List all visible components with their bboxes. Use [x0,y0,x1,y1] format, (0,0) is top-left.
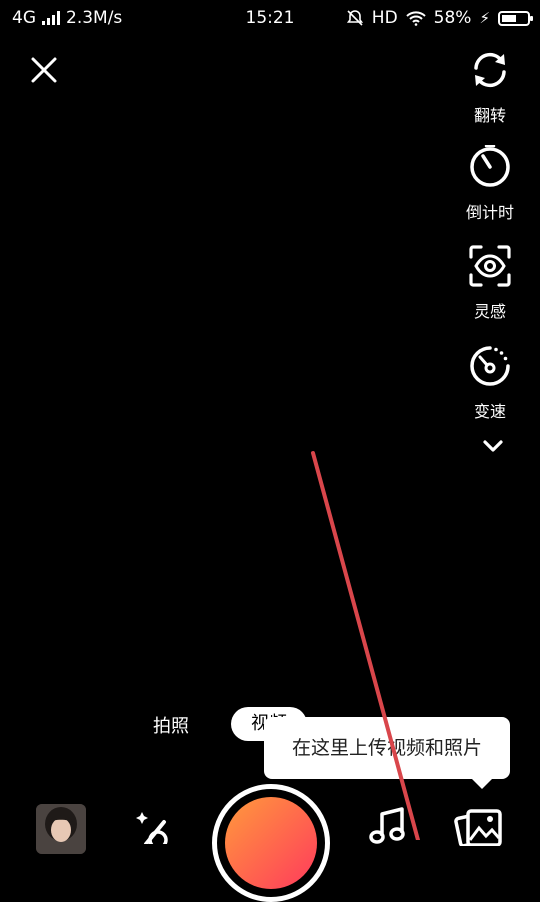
eye-scan-icon [469,245,511,287]
music-button[interactable] [368,806,408,846]
close-button[interactable] [28,54,60,86]
gallery-icon [454,809,502,848]
speed-button[interactable]: 变速 [454,344,526,422]
record-inner [225,797,317,889]
music-note-icon [369,807,405,844]
avatar[interactable] [36,804,86,854]
portrait-thumbnail [36,804,86,854]
mute-bell-icon [346,10,363,26]
status-bar: 4G 2.3M/s 15:21 HD 58% ⚡ [0,0,540,36]
flip-label: 翻转 [473,106,506,125]
timer-label: 倒计时 [465,203,514,222]
inspiration-button[interactable]: 灵感 [454,244,526,322]
hd-indicator: HD [371,8,398,28]
more-tools-button[interactable] [480,436,506,456]
timer-icon [470,144,510,187]
flip-icon [474,52,506,88]
chevron-down-icon [483,440,503,452]
mode-next-peek [352,712,368,716]
speed-label: 变速 [473,402,506,421]
speed-dial-icon [470,346,510,386]
battery-percent: 58% [433,8,472,28]
timer-button[interactable]: 倒计时 [454,144,526,223]
record-button[interactable] [212,784,330,902]
effects-button[interactable] [128,804,172,850]
wifi-icon [405,11,426,26]
flip-camera-button[interactable]: 翻转 [454,48,526,126]
mode-photo[interactable]: 拍照 [153,712,189,738]
status-right: HD 58% ⚡ [346,8,533,28]
magic-wand-icon [136,812,168,850]
battery-icon [498,10,533,26]
inspiration-label: 灵感 [473,302,506,321]
gallery-upload-button[interactable] [454,806,504,848]
close-icon [31,57,57,83]
upload-tooltip: 在这里上传视频和照片 [264,717,510,789]
charging-icon: ⚡ [479,9,490,27]
